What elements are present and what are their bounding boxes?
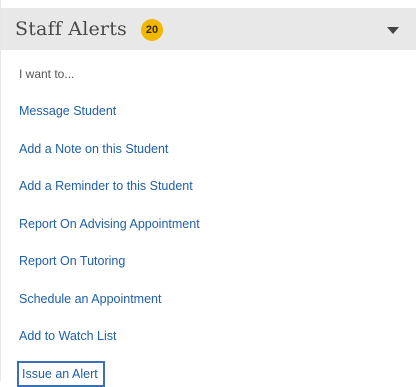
staff-alerts-panel: Staff Alerts 20 I want to... Message Stu… — [0, 0, 416, 387]
alert-count-badge: 20 — [141, 19, 163, 41]
menu-prompt: I want to... — [19, 67, 75, 81]
panel-title: Staff Alerts — [15, 18, 127, 40]
add-note-link[interactable]: Add a Note on this Student — [19, 141, 168, 157]
chevron-down-icon[interactable] — [387, 27, 399, 34]
staff-alerts-header[interactable]: Staff Alerts 20 — [1, 8, 416, 50]
message-student-link[interactable]: Message Student — [19, 103, 116, 119]
issue-alert-link[interactable]: Issue an Alert — [17, 361, 105, 387]
add-reminder-link[interactable]: Add a Reminder to this Student — [19, 178, 193, 194]
schedule-appointment-link[interactable]: Schedule an Appointment — [19, 291, 161, 307]
report-advising-appointment-link[interactable]: Report On Advising Appointment — [19, 216, 200, 232]
report-tutoring-link[interactable]: Report On Tutoring — [19, 253, 125, 269]
add-to-watch-list-link[interactable]: Add to Watch List — [19, 328, 117, 344]
